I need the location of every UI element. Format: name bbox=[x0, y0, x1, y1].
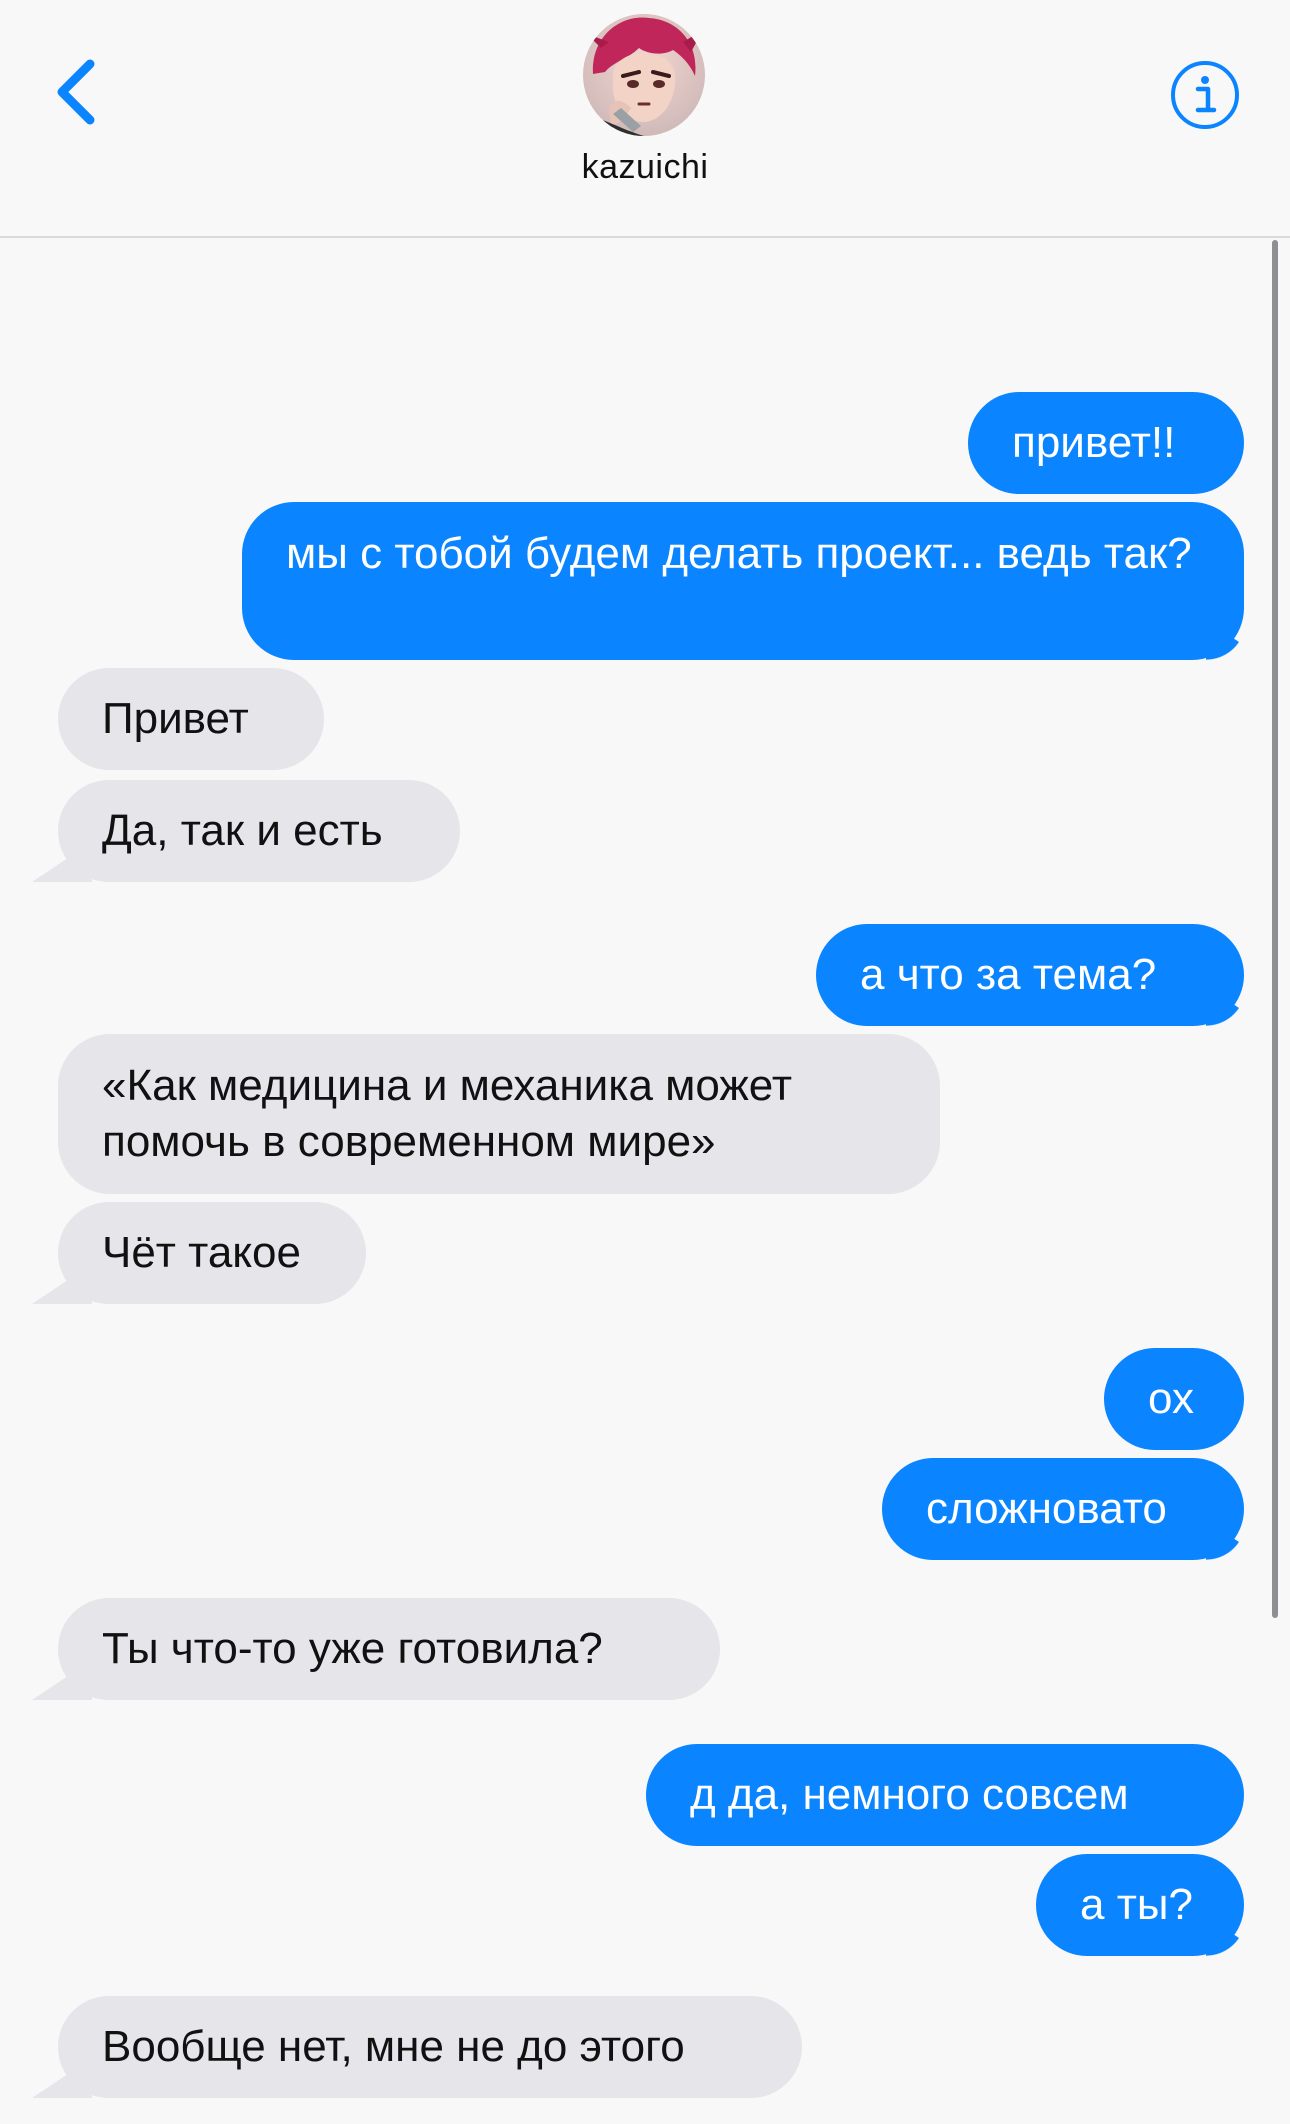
message-text: а что за тема? bbox=[860, 950, 1157, 999]
conversation-header: kazuichi bbox=[0, 0, 1290, 238]
info-circle-icon bbox=[1171, 61, 1239, 129]
message-text: Да, так и есть bbox=[102, 806, 383, 855]
message-bubble-outgoing[interactable]: сложновато bbox=[882, 1458, 1244, 1560]
chevron-left-icon bbox=[57, 59, 95, 125]
message-text: а ты? bbox=[1080, 1880, 1193, 1929]
message-text: привет!! bbox=[1012, 418, 1176, 467]
info-button[interactable] bbox=[1168, 58, 1242, 132]
message-bubble-incoming[interactable]: Чёт такое bbox=[58, 1202, 366, 1304]
message-bubble-incoming[interactable]: Ты что-то уже готовила? bbox=[58, 1598, 720, 1700]
message-text: ох bbox=[1148, 1374, 1194, 1423]
message-bubble-outgoing[interactable]: д да, немного совсем bbox=[646, 1744, 1244, 1846]
message-text: Ты что-то уже готовила? bbox=[102, 1624, 603, 1673]
message-text: Привет bbox=[102, 694, 249, 743]
message-bubble-incoming[interactable]: Привет bbox=[58, 668, 324, 770]
message-bubble-outgoing[interactable]: а что за тема? bbox=[816, 924, 1244, 1026]
message-text: сложновато bbox=[926, 1484, 1167, 1533]
message-bubble-outgoing[interactable]: ох bbox=[1104, 1348, 1244, 1450]
message-text: мы с тобой будем делать проект... ведь т… bbox=[286, 529, 1192, 578]
message-bubble-incoming[interactable]: «Как медицина и механика может помочь в … bbox=[58, 1034, 940, 1194]
message-text: д да, немного совсем bbox=[690, 1770, 1129, 1819]
message-text: Вообще нет, мне не до этого bbox=[102, 2022, 685, 2071]
message-bubble-incoming[interactable]: Да, так и есть bbox=[58, 780, 460, 882]
contact-name[interactable]: kazuichi bbox=[0, 148, 1290, 187]
message-bubble-outgoing[interactable]: мы с тобой будем делать проект... ведь т… bbox=[242, 502, 1244, 660]
avatar-image bbox=[583, 14, 705, 136]
contact-avatar[interactable] bbox=[583, 14, 705, 136]
back-button[interactable] bbox=[40, 52, 120, 132]
message-text: Чёт такое bbox=[102, 1228, 301, 1277]
message-bubble-outgoing[interactable]: а ты? bbox=[1036, 1854, 1244, 1956]
scrollbar[interactable] bbox=[1272, 240, 1278, 1618]
message-bubble-outgoing[interactable]: привет!! bbox=[968, 392, 1244, 494]
message-bubble-incoming[interactable]: Вообще нет, мне не до этого bbox=[58, 1996, 802, 2098]
message-text: «Как медицина и механика может помочь в … bbox=[102, 1061, 792, 1166]
